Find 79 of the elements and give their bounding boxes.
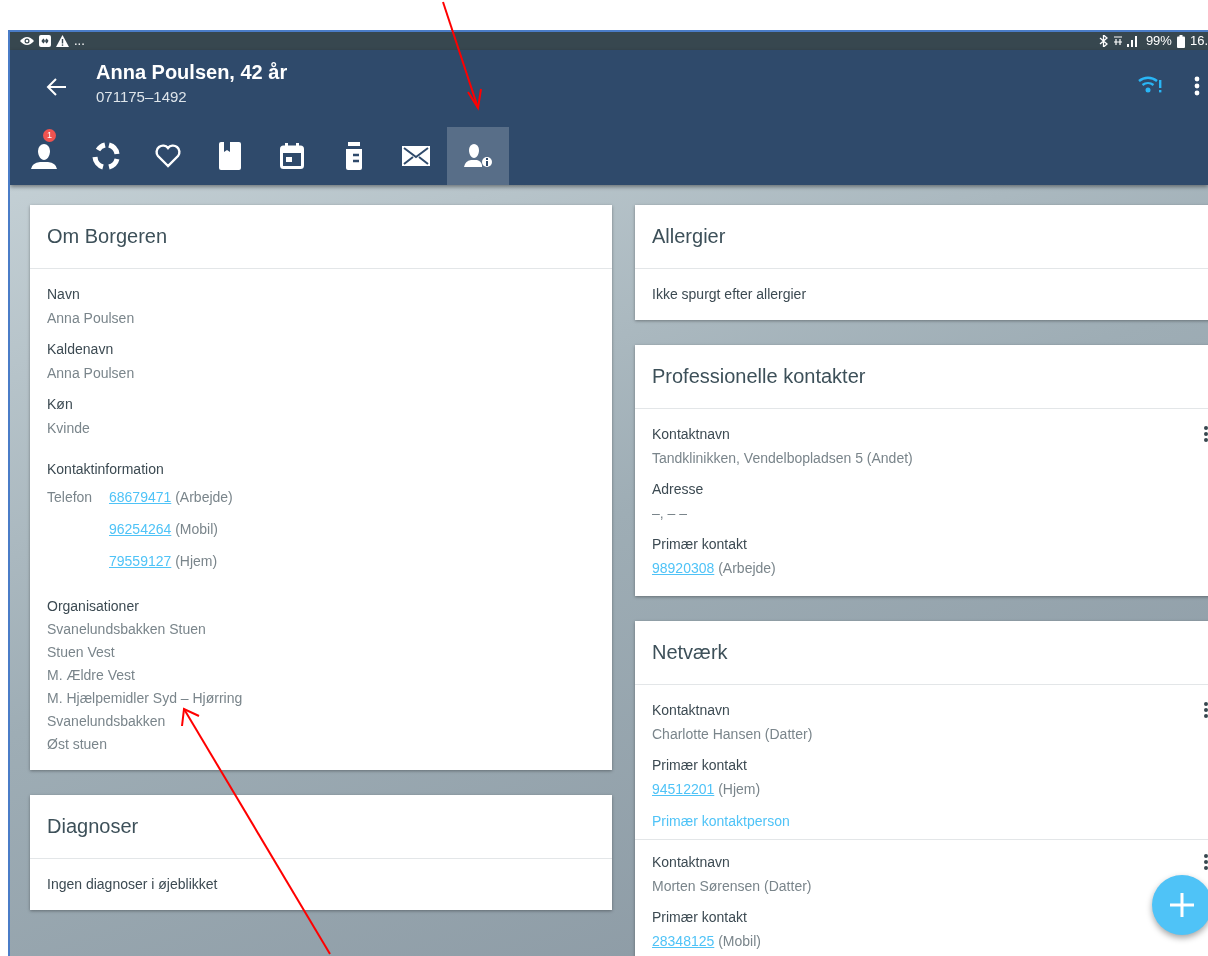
- person-icon: [29, 141, 59, 171]
- more-vertical-icon: [1203, 701, 1208, 719]
- field-value: Morten Sørensen (Datter): [652, 877, 813, 896]
- field-label: Kontaktinformation: [47, 460, 164, 479]
- phone-type: (Arbejde): [718, 560, 776, 576]
- card-message: Ikke spurgt efter allergier: [652, 285, 808, 304]
- organisation-name: Stuen Vest: [47, 643, 116, 662]
- circle-segments-icon: [92, 142, 120, 170]
- card-title: Netværk: [635, 621, 1208, 685]
- field-label: Organisationer: [47, 597, 139, 616]
- card-title: Allergier: [635, 205, 1208, 269]
- organisation-name: Svanelundsbakken: [47, 712, 167, 731]
- field-value: Anna Poulsen: [47, 364, 136, 383]
- notification-count: 1: [43, 129, 56, 142]
- phone-link[interactable]: 96254264: [109, 521, 172, 537]
- phone-type: (Mobil): [718, 933, 761, 949]
- jar-icon: [344, 142, 364, 170]
- warning-icon: [56, 35, 69, 47]
- battery-icon: [1176, 34, 1185, 48]
- card-message: Ingen diagnoser i øjeblikket: [47, 875, 219, 894]
- more-vertical-icon: [1203, 425, 1208, 443]
- field-label: Køn: [47, 395, 73, 414]
- clock-time: 16.: [1189, 32, 1208, 50]
- field-label: Navn: [47, 285, 80, 304]
- plus-icon: [1169, 892, 1195, 918]
- field-value: Anna Poulsen: [47, 309, 136, 328]
- phone-link[interactable]: 68679471: [109, 489, 172, 505]
- book-icon: [219, 142, 241, 170]
- phone-type: (Mobil): [175, 521, 218, 537]
- field-label: Primær kontakt: [652, 756, 747, 775]
- field-label: Primær kontakt: [652, 535, 747, 554]
- field-label: Kontaktnavn: [652, 853, 730, 872]
- phone-label: Telefon: [47, 488, 94, 507]
- phone-link[interactable]: 98920308: [652, 560, 715, 576]
- phone-link[interactable]: 79559127: [109, 553, 172, 569]
- phone-link[interactable]: 94512201: [652, 781, 715, 797]
- notification-overflow: ...: [74, 32, 85, 50]
- card-title: Professionelle kontakter: [635, 345, 1208, 409]
- contact-menu-button[interactable]: [1203, 853, 1208, 871]
- screen-icon: [39, 35, 51, 47]
- field-label: Kontaktnavn: [652, 425, 730, 444]
- organisation-name: Svanelundsbakken Stuen: [47, 620, 207, 639]
- phone-type: (Hjem): [175, 553, 218, 569]
- phone-link[interactable]: 28348125: [652, 933, 715, 949]
- phone-type: (Arbejde): [175, 489, 233, 505]
- heart-icon: [155, 144, 181, 168]
- calendar-icon: [280, 143, 304, 169]
- patient-id: 071175–1492: [96, 87, 188, 107]
- eye-icon: [20, 36, 34, 46]
- field-value: Charlotte Hansen (Datter): [652, 725, 814, 744]
- wifi-warning-icon[interactable]: [1138, 74, 1162, 94]
- field-value: Kvinde: [47, 419, 91, 438]
- back-arrow-icon: [46, 76, 68, 98]
- bluetooth-icon: [1098, 35, 1108, 47]
- card-title: Om Borgeren: [30, 205, 612, 269]
- contact-menu-button[interactable]: [1203, 425, 1208, 443]
- tab[interactable]: 1: [13, 127, 75, 185]
- battery-percent: 99%: [1145, 32, 1172, 50]
- phone-type: (Hjem): [718, 781, 761, 797]
- more-vertical-icon: [1203, 853, 1208, 871]
- card-title: Diagnoser: [30, 795, 612, 859]
- tab[interactable]: [447, 127, 509, 185]
- field-label: Primær kontakt: [652, 908, 747, 927]
- organisation-name: Øst stuen: [47, 735, 108, 754]
- field-value: Tandklinikken, Vendelbopladsen 5 (Andet): [652, 449, 914, 468]
- more-vertical-icon: [1194, 76, 1200, 96]
- more-menu-button[interactable]: [1194, 76, 1200, 96]
- field-label: Kaldenavn: [47, 340, 114, 359]
- primary-contact-link[interactable]: Primær kontaktperson: [652, 809, 1203, 833]
- field-label: Adresse: [652, 480, 704, 499]
- contact-menu-button[interactable]: [1203, 701, 1208, 719]
- organisation-name: M. Ældre Vest: [47, 666, 136, 685]
- envelope-icon: [402, 146, 430, 166]
- organisation-name: M. Hjælpemidler Syd – Hjørring: [47, 689, 244, 708]
- person-info-icon: [464, 144, 492, 168]
- field-value: –, – –: [652, 504, 689, 523]
- field-label: Kontaktnavn: [652, 701, 730, 720]
- back-button[interactable]: [46, 76, 68, 98]
- patient-name: Anna Poulsen, 42 år: [96, 60, 288, 85]
